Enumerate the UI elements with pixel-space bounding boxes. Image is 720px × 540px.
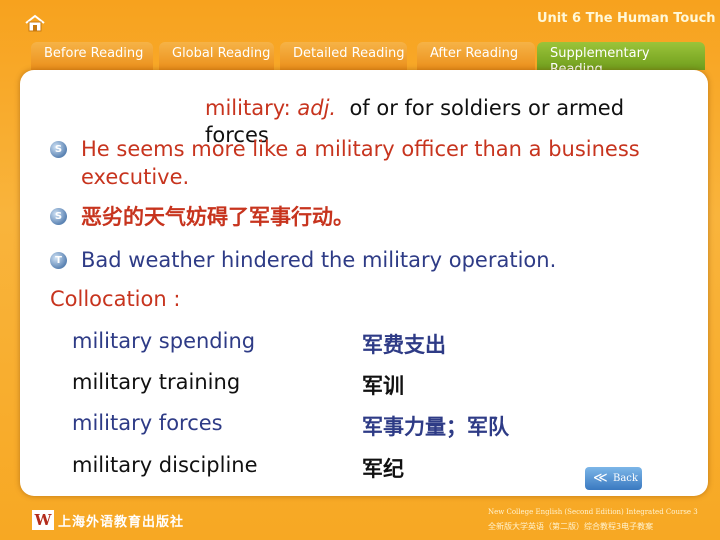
example-sentence-en: He seems more like a military officer th… bbox=[81, 137, 640, 189]
collocation-cn: 军事力量；军队 bbox=[362, 415, 509, 439]
home-icon[interactable] bbox=[24, 14, 46, 32]
tab-supplementary-reading[interactable]: Supplementary Reading bbox=[537, 42, 705, 70]
collocation-en: military forces bbox=[72, 411, 223, 435]
example-sentence-cn: 恶劣的天气妨碍了军事行动。 bbox=[81, 205, 354, 229]
collocation-cn: 军费支出 bbox=[362, 333, 446, 357]
double-chevron-left-icon: ≪ bbox=[593, 470, 608, 486]
definition-pos: adj. bbox=[297, 96, 337, 120]
translation-sentence: Bad weather hindered the military operat… bbox=[81, 248, 557, 272]
back-button[interactable]: ≪ Back bbox=[585, 467, 642, 490]
definition-word: military bbox=[205, 96, 284, 120]
s-bullet-icon: S bbox=[50, 141, 67, 158]
publisher-logo: W bbox=[32, 510, 54, 530]
unit-title: Unit 6 The Human Touch bbox=[537, 11, 716, 26]
back-button-label: Back bbox=[613, 473, 638, 484]
t-bullet-icon: T bbox=[50, 252, 67, 269]
publisher-name: 上海外语教育出版社 bbox=[58, 515, 185, 530]
tab-global-reading[interactable]: Global Reading bbox=[159, 42, 274, 70]
definition-colon: : bbox=[283, 96, 298, 120]
collocation-en: military discipline bbox=[72, 453, 258, 477]
course-title-en: New College English (Second Edition) Int… bbox=[488, 508, 698, 516]
collocation-label: Collocation : bbox=[50, 287, 181, 311]
collocation-en: military spending bbox=[72, 329, 256, 353]
tab-after-reading[interactable]: After Reading bbox=[417, 42, 535, 70]
s-bullet-icon: S bbox=[50, 208, 67, 225]
tab-before-reading[interactable]: Before Reading bbox=[31, 42, 153, 70]
course-title-cn: 全新版大学英语（第二版）综合教程3电子教案 bbox=[488, 522, 654, 531]
collocation-cn: 军训 bbox=[362, 374, 404, 398]
tab-detailed-reading[interactable]: Detailed Reading bbox=[280, 42, 407, 70]
collocation-en: military training bbox=[72, 370, 241, 394]
collocation-cn: 军纪 bbox=[362, 457, 404, 481]
